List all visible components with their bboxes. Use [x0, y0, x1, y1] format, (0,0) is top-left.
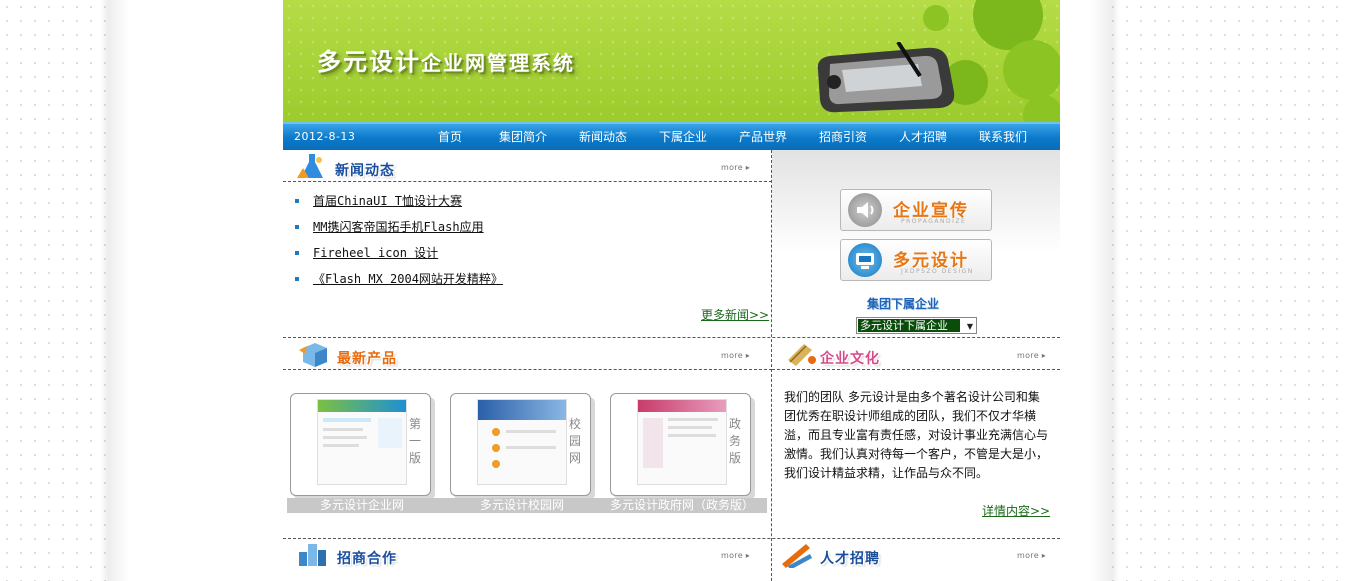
culture-details-link[interactable]: 详情内容>>	[982, 502, 1050, 519]
buildings-icon	[299, 544, 326, 566]
invest-heading: 招商合作	[337, 551, 397, 567]
product-screenshot	[317, 399, 407, 485]
products-header: 最新产品 more ▸	[283, 338, 772, 370]
page-shadow-left	[100, 0, 283, 581]
more-news-link[interactable]: 更多新闻>>	[701, 306, 769, 323]
product-caption[interactable]: 多元设计校园网	[442, 498, 602, 513]
decor-blob	[1003, 40, 1060, 100]
product-card[interactable]: 第一版	[290, 393, 431, 496]
divider	[283, 369, 772, 370]
decor-blob	[923, 5, 949, 31]
design-button[interactable]: 多元设计 JXDPSZO DESIGN	[840, 239, 992, 281]
propaganda-subtitle: PROPAGANDIZE	[901, 218, 967, 225]
news-link[interactable]: 首届ChinaUI T恤设计大赛	[313, 194, 462, 208]
product-card[interactable]: 政务版	[610, 393, 751, 496]
box-icon	[299, 343, 327, 367]
nav-item-news[interactable]: 新闻动态	[579, 128, 627, 145]
main-nav: 2012-8-13 首页 集团简介 新闻动态 下属企业 产品世界 招商引资 人才…	[283, 122, 1060, 150]
group-companies-label: 集团下属企业	[867, 297, 940, 311]
culture-text: 我们的团队 多元设计是由多个著名设计公司和集团优秀在职设计师组成的团队，我们不仅…	[784, 390, 1049, 480]
products-more-button[interactable]: more ▸	[721, 351, 750, 360]
invest-more-button[interactable]: more ▸	[721, 551, 750, 560]
site-title: 多元设计企业网管理系统	[317, 48, 575, 76]
culture-more-button[interactable]: more ▸	[1017, 351, 1046, 360]
page-shadow-right	[1060, 0, 1120, 581]
scroll-icon	[788, 344, 816, 366]
divider	[772, 369, 1060, 370]
news-heading: 新闻动态	[335, 163, 395, 179]
invest-header: 招商合作 more ▸	[283, 538, 772, 570]
flask-icon	[297, 154, 323, 178]
jobs-more-button[interactable]: more ▸	[1017, 551, 1046, 560]
product-caption[interactable]: 多元设计政府网（政务版）	[602, 498, 762, 513]
news-link[interactable]: Fireheel icon 设计	[313, 246, 438, 260]
culture-header: 企业文化 more ▸	[772, 338, 1060, 370]
side-panel: 企业宣传 PROPAGANDIZE 多元设计 JXDPSZO DESIGN 集团…	[772, 150, 1060, 338]
list-item[interactable]: 《Flash MX 2004网站开发精粹》	[295, 270, 503, 296]
nav-item-products[interactable]: 产品世界	[739, 128, 787, 145]
monitor-icon	[848, 243, 882, 277]
news-link[interactable]: 《Flash MX 2004网站开发精粹》	[313, 272, 503, 286]
news-list: 首届ChinaUI T恤设计大赛 MM携闪客帝国拓手机Flash应用 Fireh…	[295, 192, 503, 296]
news-more-button[interactable]: more ▸	[721, 163, 750, 172]
product-side-label: 政务版	[728, 417, 741, 465]
list-item[interactable]: MM携闪客帝国拓手机Flash应用	[295, 218, 503, 244]
subsidiary-select-value: 多元设计下属企业	[858, 319, 960, 332]
nav-item-investment[interactable]: 招商引资	[819, 128, 867, 145]
design-subtitle: JXDPSZO DESIGN	[901, 268, 974, 275]
jobs-heading: 人才招聘	[820, 551, 880, 567]
speaker-icon	[848, 193, 882, 227]
current-date: 2012-8-13	[294, 130, 356, 143]
page-container: 多元设计企业网管理系统 2012-8-13 首页 集团简介 新闻动态 下属企业 …	[283, 0, 1060, 581]
propaganda-button[interactable]: 企业宣传 PROPAGANDIZE	[840, 189, 992, 231]
nav-item-about[interactable]: 集团简介	[499, 128, 547, 145]
list-item[interactable]: 首届ChinaUI T恤设计大赛	[295, 192, 503, 218]
nav-item-careers[interactable]: 人才招聘	[899, 128, 947, 145]
list-item[interactable]: Fireheel icon 设计	[295, 244, 503, 270]
chevron-down-icon: ▼	[966, 322, 973, 331]
nav-item-contact[interactable]: 联系我们	[979, 128, 1027, 145]
product-screenshot	[477, 399, 567, 485]
nav-item-home[interactable]: 首页	[438, 128, 462, 145]
product-screenshot	[637, 399, 727, 485]
jobs-header: 人才招聘 more ▸	[772, 538, 1060, 570]
product-side-label: 第一版	[408, 417, 421, 465]
product-side-label: 校园网	[568, 417, 581, 465]
divider	[283, 181, 772, 182]
product-card[interactable]: 校园网	[450, 393, 591, 496]
culture-heading: 企业文化	[820, 351, 880, 367]
pencils-icon	[782, 544, 812, 568]
products-heading: 最新产品	[337, 351, 397, 367]
pda-device-icon	[817, 42, 955, 113]
nav-item-subsidiaries[interactable]: 下属企业	[659, 128, 707, 145]
news-header: 新闻动态 more ▸	[283, 150, 772, 182]
subsidiary-select[interactable]: 多元设计下属企业 ▼	[856, 317, 977, 334]
header-banner: 多元设计企业网管理系统	[283, 0, 1060, 122]
news-link[interactable]: MM携闪客帝国拓手机Flash应用	[313, 220, 484, 234]
product-caption[interactable]: 多元设计企业网	[283, 498, 442, 513]
